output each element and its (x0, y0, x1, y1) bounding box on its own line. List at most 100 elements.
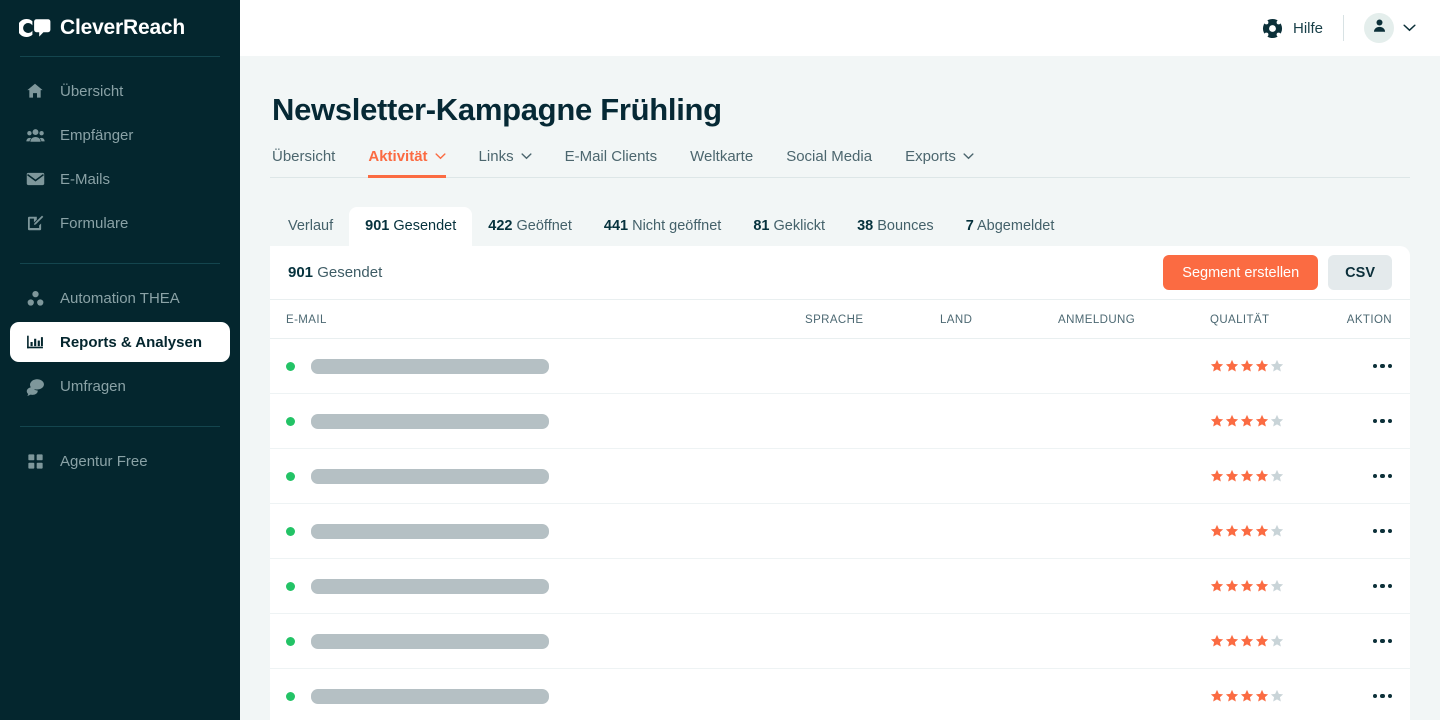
sidebar-item-label: Empfänger (60, 126, 134, 144)
sub-tab-gesendet[interactable]: 901 Gesendet (349, 207, 473, 246)
sub-tab-verlauf[interactable]: Verlauf (272, 207, 349, 246)
create-segment-button[interactable]: Segment erstellen (1163, 255, 1319, 290)
cell-aktion (1332, 613, 1410, 669)
cell-land (940, 393, 1058, 449)
nav-tab-links[interactable]: Links (479, 148, 532, 177)
sidebar-item-umfragen[interactable]: Umfragen (10, 366, 230, 406)
sub-tab-geoeffnet[interactable]: 422 Geöffnet (472, 207, 588, 246)
sub-tab-count: 422 (488, 218, 513, 234)
cell-email (270, 448, 805, 504)
nav-tab-aktivitaet[interactable]: Aktivität (368, 148, 446, 178)
top-bar: Hilfe (240, 0, 1440, 56)
more-options-icon[interactable] (1372, 473, 1392, 479)
sidebar-item-emails[interactable]: E-Mails (10, 159, 230, 199)
card-title: 901 Gesendet (288, 264, 382, 281)
more-options-icon[interactable] (1372, 638, 1392, 644)
table-row[interactable] (270, 558, 1410, 614)
quality-rating (1210, 469, 1332, 483)
nav-tab-social-media[interactable]: Social Media (786, 148, 872, 177)
sub-tab-abgemeldet[interactable]: 7 Abgemeldet (950, 207, 1071, 246)
status-badge (286, 471, 295, 481)
quality-rating (1210, 579, 1332, 593)
cell-sprache (805, 393, 940, 449)
sidebar-item-label: Übersicht (60, 82, 124, 100)
sidebar-item-uebersicht[interactable]: Übersicht (10, 71, 230, 111)
nav-tab-exports[interactable]: Exports (905, 148, 974, 177)
cell-anmeldung (1058, 503, 1210, 559)
cell-anmeldung (1058, 448, 1210, 504)
column-header-email: E-MAIL (270, 300, 805, 339)
email-placeholder (311, 633, 549, 649)
brand-logo[interactable]: CleverReach (0, 0, 240, 56)
more-options-icon[interactable] (1372, 363, 1392, 369)
cell-email (270, 338, 805, 394)
cell-qualitaet (1210, 558, 1332, 614)
chevron-down-icon (963, 153, 974, 160)
status-badge (286, 361, 295, 371)
cell-aktion (1332, 558, 1410, 614)
sidebar: CleverReach Übersicht Empfänger E-Mails … (0, 0, 240, 720)
table-row[interactable] (270, 393, 1410, 449)
lifebuoy-icon (1262, 18, 1283, 39)
help-button[interactable]: Hilfe (1262, 18, 1323, 39)
more-options-icon[interactable] (1372, 528, 1392, 534)
cell-land (940, 448, 1058, 504)
cell-qualitaet (1210, 613, 1332, 669)
column-header-aktion: AKTION (1332, 300, 1410, 339)
sidebar-item-empfaenger[interactable]: Empfänger (10, 115, 230, 155)
sub-tab-bounces[interactable]: 38 Bounces (841, 207, 950, 246)
cell-land (940, 558, 1058, 614)
nav-tab-uebersicht[interactable]: Übersicht (272, 148, 335, 177)
recipients-table: E-MAIL SPRACHE LAND ANMELDUNG QUALITÄT A… (270, 300, 1410, 720)
column-header-qualitaet: QUALITÄT (1210, 300, 1332, 339)
sidebar-item-formulare[interactable]: Formulare (10, 203, 230, 243)
sidebar-item-agentur-free[interactable]: Agentur Free (10, 441, 230, 481)
cell-email (270, 503, 805, 559)
users-icon (24, 125, 46, 145)
topbar-divider (1343, 15, 1344, 41)
cell-land (940, 613, 1058, 669)
table-row[interactable] (270, 448, 1410, 504)
nav-tab-label: Exports (905, 148, 956, 165)
quality-rating (1210, 414, 1332, 428)
sidebar-item-label: Agentur Free (60, 452, 148, 470)
sidebar-item-reports-analysen[interactable]: Reports & Analysen (10, 322, 230, 362)
sub-tab-nicht-geoeffnet[interactable]: 441 Nicht geöffnet (588, 207, 737, 246)
cell-anmeldung (1058, 393, 1210, 449)
cell-sprache (805, 668, 940, 720)
envelope-icon (24, 169, 46, 189)
table-body (270, 338, 1410, 720)
cell-aktion (1332, 503, 1410, 559)
sidebar-item-automation-thea[interactable]: Automation THEA (10, 278, 230, 318)
nav-tab-weltkarte[interactable]: Weltkarte (690, 148, 753, 177)
app-root: CleverReach Übersicht Empfänger E-Mails … (0, 0, 1440, 720)
more-options-icon[interactable] (1372, 583, 1392, 589)
status-badge (286, 636, 295, 646)
avatar (1364, 13, 1394, 43)
cell-sprache (805, 503, 940, 559)
nav-tab-email-clients[interactable]: E-Mail Clients (565, 148, 658, 177)
sidebar-item-label: Automation THEA (60, 289, 180, 307)
recipients-card: 901 Gesendet Segment erstellen CSV E-MAI… (270, 246, 1410, 720)
more-options-icon[interactable] (1372, 418, 1392, 424)
cell-qualitaet (1210, 393, 1332, 449)
more-options-icon[interactable] (1372, 693, 1392, 699)
table-row[interactable] (270, 668, 1410, 720)
sidebar-item-label: Reports & Analysen (60, 333, 202, 351)
status-badge (286, 691, 295, 701)
grid-icon (24, 451, 46, 471)
table-header: E-MAIL SPRACHE LAND ANMELDUNG QUALITÄT A… (270, 300, 1410, 339)
csv-export-button[interactable]: CSV (1328, 255, 1392, 290)
cell-email (270, 613, 805, 669)
card-actions: Segment erstellen CSV (1163, 255, 1392, 290)
table-row[interactable] (270, 613, 1410, 669)
table-row[interactable] (270, 338, 1410, 394)
cell-aktion (1332, 338, 1410, 394)
nav-tab-label: Aktivität (368, 148, 428, 165)
sub-tab-geklickt[interactable]: 81 Geklickt (737, 207, 841, 246)
sub-tab-label: Geklickt (773, 218, 826, 234)
cell-email (270, 558, 805, 614)
account-menu[interactable] (1364, 13, 1416, 43)
column-header-land: LAND (940, 300, 1058, 339)
table-row[interactable] (270, 503, 1410, 559)
